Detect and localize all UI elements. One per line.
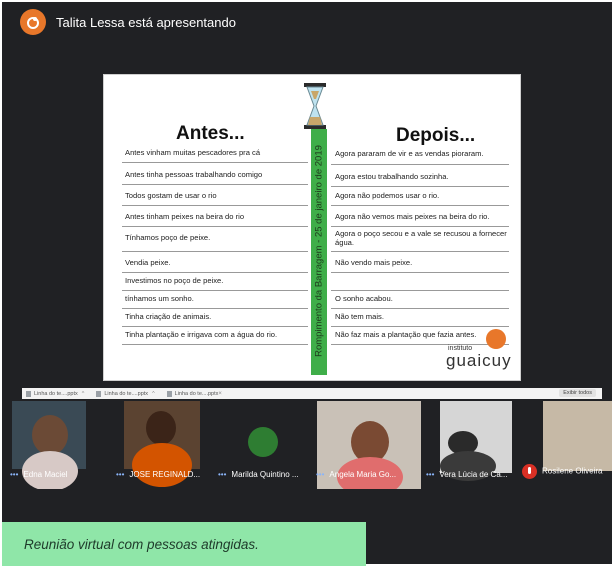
after-row: Não vendo mais peixe. — [331, 253, 509, 273]
logo-mark-icon — [486, 329, 506, 349]
participant-tile[interactable]: ••• Marilda Quintino ... — [214, 399, 314, 489]
participant-name: JOSE REGINALD... — [129, 470, 201, 479]
participant-face — [32, 415, 68, 455]
participant-video — [543, 401, 612, 471]
before-title: Antes... — [176, 123, 245, 144]
participant-body — [132, 443, 192, 487]
photo-caption: Reunião virtual com pessoas atingidas. — [2, 522, 366, 566]
more-options-icon[interactable]: ••• — [116, 470, 124, 479]
before-row: Antes tinha pessoas trabalhando comigo — [122, 165, 308, 185]
after-row — [331, 271, 509, 291]
file-icon — [96, 390, 102, 397]
chevron-up-icon[interactable]: ^ — [82, 391, 85, 397]
participant-tile[interactable]: ••• JOSE REGINALD... — [108, 399, 212, 489]
participant-avatar — [248, 427, 278, 457]
after-row: Agora estou trabalhando sozinha. — [331, 167, 509, 187]
download-item-label: Linha do te....pptx — [174, 390, 219, 397]
before-row: Investimos no poço de peixe. — [122, 271, 308, 291]
download-item-label: Linha do te....pptx — [34, 390, 78, 397]
participant-tile[interactable]: ••• Edna Maciel — [2, 399, 102, 489]
before-row: Tínhamos poço de peixe. — [122, 224, 308, 252]
participant-name: Vera Lúcia de Ca... — [439, 470, 508, 479]
download-item[interactable]: Linha do te....pptx ^ — [96, 390, 155, 397]
chevron-up-icon[interactable]: ^ — [152, 391, 155, 397]
slide-content: Antes... Depois... Rompimento da Barrage… — [116, 81, 512, 375]
participant-video — [124, 401, 200, 487]
instituto-guaicuy-logo: instituto guaicuy — [444, 327, 512, 371]
participant-name: Edna Maciel — [23, 470, 68, 479]
presenter-avatar — [20, 9, 46, 35]
participant-video — [12, 401, 86, 489]
participant-label: ••• Angela Maria Go... — [316, 470, 396, 479]
timeline-label: Rompimento da Barragem - 25 de janeiro d… — [313, 145, 325, 357]
more-options-icon[interactable]: ••• — [316, 470, 324, 479]
logo-big-text: guaicuy — [446, 351, 512, 370]
before-row: Tinha plantação e irrigava com a água do… — [122, 325, 308, 345]
screenshot-frame: Talita Lessa está apresentando Antes... … — [0, 0, 614, 566]
meeting-window: Talita Lessa está apresentando Antes... … — [2, 2, 612, 564]
more-options-icon[interactable]: ••• — [426, 470, 434, 479]
participant-tile[interactable]: ••• Angela Maria Go... — [312, 399, 422, 489]
presenter-status-text: Talita Lessa está apresentando — [56, 14, 236, 30]
before-row: Todos gostam de usar o rio — [122, 186, 308, 206]
close-icon[interactable]: × — [218, 391, 222, 397]
show-all-button[interactable]: Exibir todos — [559, 389, 596, 397]
download-item[interactable]: Linha do te....pptx ^ — [26, 390, 85, 397]
participant-tile[interactable]: Rosilene Oliveira — [516, 399, 612, 489]
participant-face — [146, 411, 176, 445]
participant-video — [440, 401, 512, 481]
before-row: Vendia peixe. — [122, 253, 308, 273]
presenter-logo-icon — [27, 17, 39, 29]
before-row: Tinha criação de animais. — [122, 307, 308, 327]
participant-label: ••• Edna Maciel — [10, 470, 67, 479]
participant-label: Rosilene Oliveira — [522, 464, 602, 479]
more-options-icon[interactable]: ••• — [218, 470, 226, 479]
participant-name: Rosilene Oliveira — [542, 466, 603, 476]
participant-label: ••• Marilda Quintino ... — [218, 470, 299, 479]
after-row: Não tem mais. — [331, 307, 509, 327]
presenter-bar: Talita Lessa está apresentando — [2, 2, 612, 42]
after-row: Agora o poço secou e a vale se recusou a… — [331, 224, 509, 252]
before-row: tínhamos um sonho. — [122, 289, 308, 309]
after-row: Agora não podemos usar o rio. — [331, 186, 509, 206]
shared-slide: Antes... Depois... Rompimento da Barrage… — [103, 74, 521, 381]
participant-tile[interactable]: ••• Vera Lúcia de Ca... — [422, 399, 522, 489]
participant-label: ••• Vera Lúcia de Ca... — [426, 470, 507, 479]
after-row: Agora pararam de vir e as vendas piorara… — [331, 143, 509, 165]
download-item-label: Linha do te....pptx — [104, 390, 149, 397]
file-icon — [26, 390, 31, 397]
file-icon — [166, 390, 172, 397]
participant-name: Angela Maria Go... — [329, 470, 397, 479]
participant-name: Marilda Quintino ... — [231, 470, 299, 479]
more-options-icon[interactable]: ••• — [10, 470, 18, 479]
downloads-bar: Linha do te....pptx ^ Linha do te....ppt… — [22, 388, 602, 399]
participant-label: ••• JOSE REGINALD... — [116, 470, 200, 479]
before-row: Antes vinham muitas pescadores pra cá — [122, 143, 308, 163]
caption-text: Reunião virtual com pessoas atingidas. — [24, 536, 259, 552]
participant-strip: ••• Edna Maciel ••• JOSE REGINALD... ••• Ma… — [2, 399, 612, 489]
hourglass-icon — [304, 83, 326, 129]
mic-off-icon — [522, 464, 537, 479]
download-item[interactable]: Linha do te....pptx × — [166, 390, 222, 397]
after-row: O sonho acabou. — [331, 289, 509, 309]
